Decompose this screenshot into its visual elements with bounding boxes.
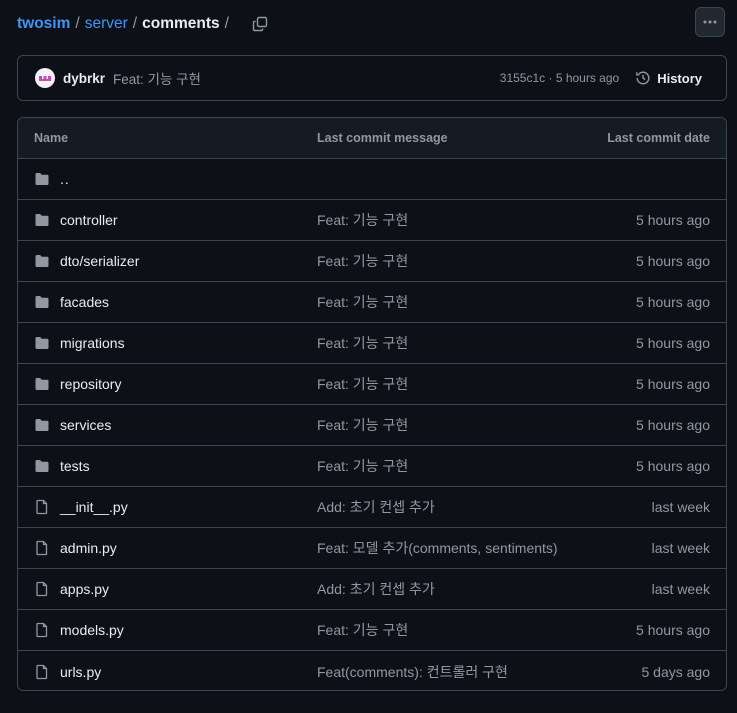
row-name-link[interactable]: apps.py bbox=[60, 581, 109, 597]
folder-icon bbox=[34, 458, 50, 474]
folder-icon bbox=[34, 294, 50, 310]
row-commit-date: 5 hours ago bbox=[636, 417, 710, 433]
row-commit-date: 5 hours ago bbox=[636, 335, 710, 351]
history-label: History bbox=[657, 70, 702, 86]
breadcrumb-current: comments bbox=[142, 15, 220, 32]
row-name-link[interactable]: services bbox=[60, 417, 111, 433]
folder-icon bbox=[34, 417, 50, 433]
row-name-link[interactable]: urls.py bbox=[60, 664, 101, 680]
table-row[interactable]: dto/serializer Feat: 기능 구현 5 hours ago bbox=[18, 241, 726, 282]
breadcrumb: twosim / server / comments / bbox=[17, 13, 270, 35]
breadcrumb-dir-link[interactable]: server bbox=[85, 15, 128, 33]
latest-commit-bar: dybrkr Feat: 기능 구현 3155c1c · 5 hours ago… bbox=[17, 55, 727, 101]
parent-directory-link[interactable]: .. bbox=[60, 171, 70, 187]
row-name-link[interactable]: models.py bbox=[60, 622, 124, 638]
parent-directory-row[interactable]: .. bbox=[18, 159, 726, 200]
row-name-link[interactable]: __init__.py bbox=[60, 499, 128, 515]
history-icon bbox=[636, 71, 650, 85]
row-commit-date: 5 hours ago bbox=[636, 253, 710, 269]
header-date: Last commit date bbox=[607, 131, 710, 145]
breadcrumb-separator: / bbox=[132, 15, 138, 32]
table-row[interactable]: services Feat: 기능 구현 5 hours ago bbox=[18, 405, 726, 446]
commit-author[interactable]: dybrkr bbox=[63, 71, 105, 86]
row-commit-date: last week bbox=[651, 581, 710, 597]
row-name-link[interactable]: tests bbox=[60, 458, 90, 474]
table-row[interactable]: admin.py Feat: 모델 추가(comments, sentiments… bbox=[18, 528, 726, 569]
row-commit-date: 5 hours ago bbox=[636, 622, 710, 638]
row-commit-message-link[interactable]: Feat: 기능 구현 bbox=[317, 456, 408, 476]
table-row[interactable]: facades Feat: 기능 구현 5 hours ago bbox=[18, 282, 726, 323]
file-icon bbox=[34, 664, 50, 680]
row-commit-message-link[interactable]: Feat: 기능 구현 bbox=[317, 210, 408, 230]
folder-icon bbox=[34, 335, 50, 351]
table-row[interactable]: controller Feat: 기능 구현 5 hours ago bbox=[18, 200, 726, 241]
table-row[interactable]: migrations Feat: 기능 구현 5 hours ago bbox=[18, 323, 726, 364]
row-commit-message-link[interactable]: Feat(comments): 컨트롤러 구현 bbox=[317, 662, 508, 682]
row-commit-message-link[interactable]: Feat: 기능 구현 bbox=[317, 374, 408, 394]
row-commit-date: 5 hours ago bbox=[636, 294, 710, 310]
kebab-horizontal-icon bbox=[703, 20, 717, 24]
copy-path-button[interactable] bbox=[250, 14, 270, 34]
table-row[interactable]: __init__.py Add: 초기 컨셉 추가 last week bbox=[18, 487, 726, 528]
file-icon bbox=[34, 622, 50, 638]
more-options-button[interactable] bbox=[695, 7, 725, 37]
row-name-link[interactable]: dto/serializer bbox=[60, 253, 139, 269]
folder-icon bbox=[34, 376, 50, 392]
row-commit-date: 5 hours ago bbox=[636, 376, 710, 392]
row-name-link[interactable]: admin.py bbox=[60, 540, 117, 556]
row-commit-date: last week bbox=[651, 499, 710, 515]
avatar[interactable] bbox=[35, 68, 55, 88]
table-row[interactable]: apps.py Add: 초기 컨셉 추가 last week bbox=[18, 569, 726, 610]
row-commit-message-link[interactable]: Feat: 기능 구현 bbox=[317, 415, 408, 435]
row-commit-date: 5 days ago bbox=[641, 663, 711, 680]
commit-message[interactable]: Feat: 기능 구현 bbox=[113, 68, 201, 88]
row-commit-message-link[interactable]: Feat: 기능 구현 bbox=[317, 620, 408, 640]
breadcrumb-separator: / bbox=[75, 15, 80, 32]
row-name-link[interactable]: controller bbox=[60, 212, 118, 228]
row-commit-message-link[interactable]: Feat: 기능 구현 bbox=[317, 292, 408, 312]
header-name: Name bbox=[34, 131, 69, 145]
history-button[interactable]: History bbox=[635, 70, 702, 86]
row-commit-date: last week bbox=[651, 540, 710, 556]
header-message: Last commit message bbox=[317, 131, 448, 145]
row-commit-message-link[interactable]: Feat: 기능 구현 bbox=[317, 333, 408, 353]
copy-icon bbox=[252, 16, 268, 32]
row-commit-message-link[interactable]: Add: 초기 컨셉 추가 bbox=[317, 497, 435, 517]
folder-icon bbox=[34, 171, 50, 187]
table-row[interactable]: repository Feat: 기능 구현 5 hours ago bbox=[18, 364, 726, 405]
breadcrumb-repo-link[interactable]: twosim bbox=[17, 15, 70, 33]
row-commit-date: 5 hours ago bbox=[636, 458, 710, 474]
row-commit-date: 5 hours ago bbox=[636, 212, 710, 228]
row-commit-message-link[interactable]: Feat: 기능 구현 bbox=[317, 251, 408, 271]
avatar-identicon-icon bbox=[39, 76, 51, 81]
breadcrumb-separator: / bbox=[224, 15, 229, 32]
commit-meta[interactable]: 3155c1c · 5 hours ago bbox=[500, 71, 619, 85]
row-name-link[interactable]: repository bbox=[60, 376, 121, 392]
folder-icon bbox=[34, 253, 50, 269]
row-commit-message-link[interactable]: Add: 초기 컨셉 추가 bbox=[317, 579, 435, 599]
file-table: Name Last commit message Last commit dat… bbox=[17, 117, 727, 691]
file-icon bbox=[34, 499, 50, 515]
file-icon bbox=[34, 581, 50, 597]
row-name-link[interactable]: facades bbox=[60, 294, 109, 310]
table-row[interactable]: tests Feat: 기능 구현 5 hours ago bbox=[18, 446, 726, 487]
file-icon bbox=[34, 540, 50, 556]
table-header: Name Last commit message Last commit dat… bbox=[18, 118, 726, 159]
row-commit-message-link[interactable]: Feat: 모델 추가(comments, sentiments) bbox=[317, 538, 558, 558]
row-name-link[interactable]: migrations bbox=[60, 335, 125, 351]
table-row[interactable]: models.py Feat: 기능 구현 5 hours ago bbox=[18, 610, 726, 651]
table-row[interactable]: urls.py Feat(comments): 컨트롤러 구현 5 days ago bbox=[18, 651, 726, 690]
folder-icon bbox=[34, 212, 50, 228]
